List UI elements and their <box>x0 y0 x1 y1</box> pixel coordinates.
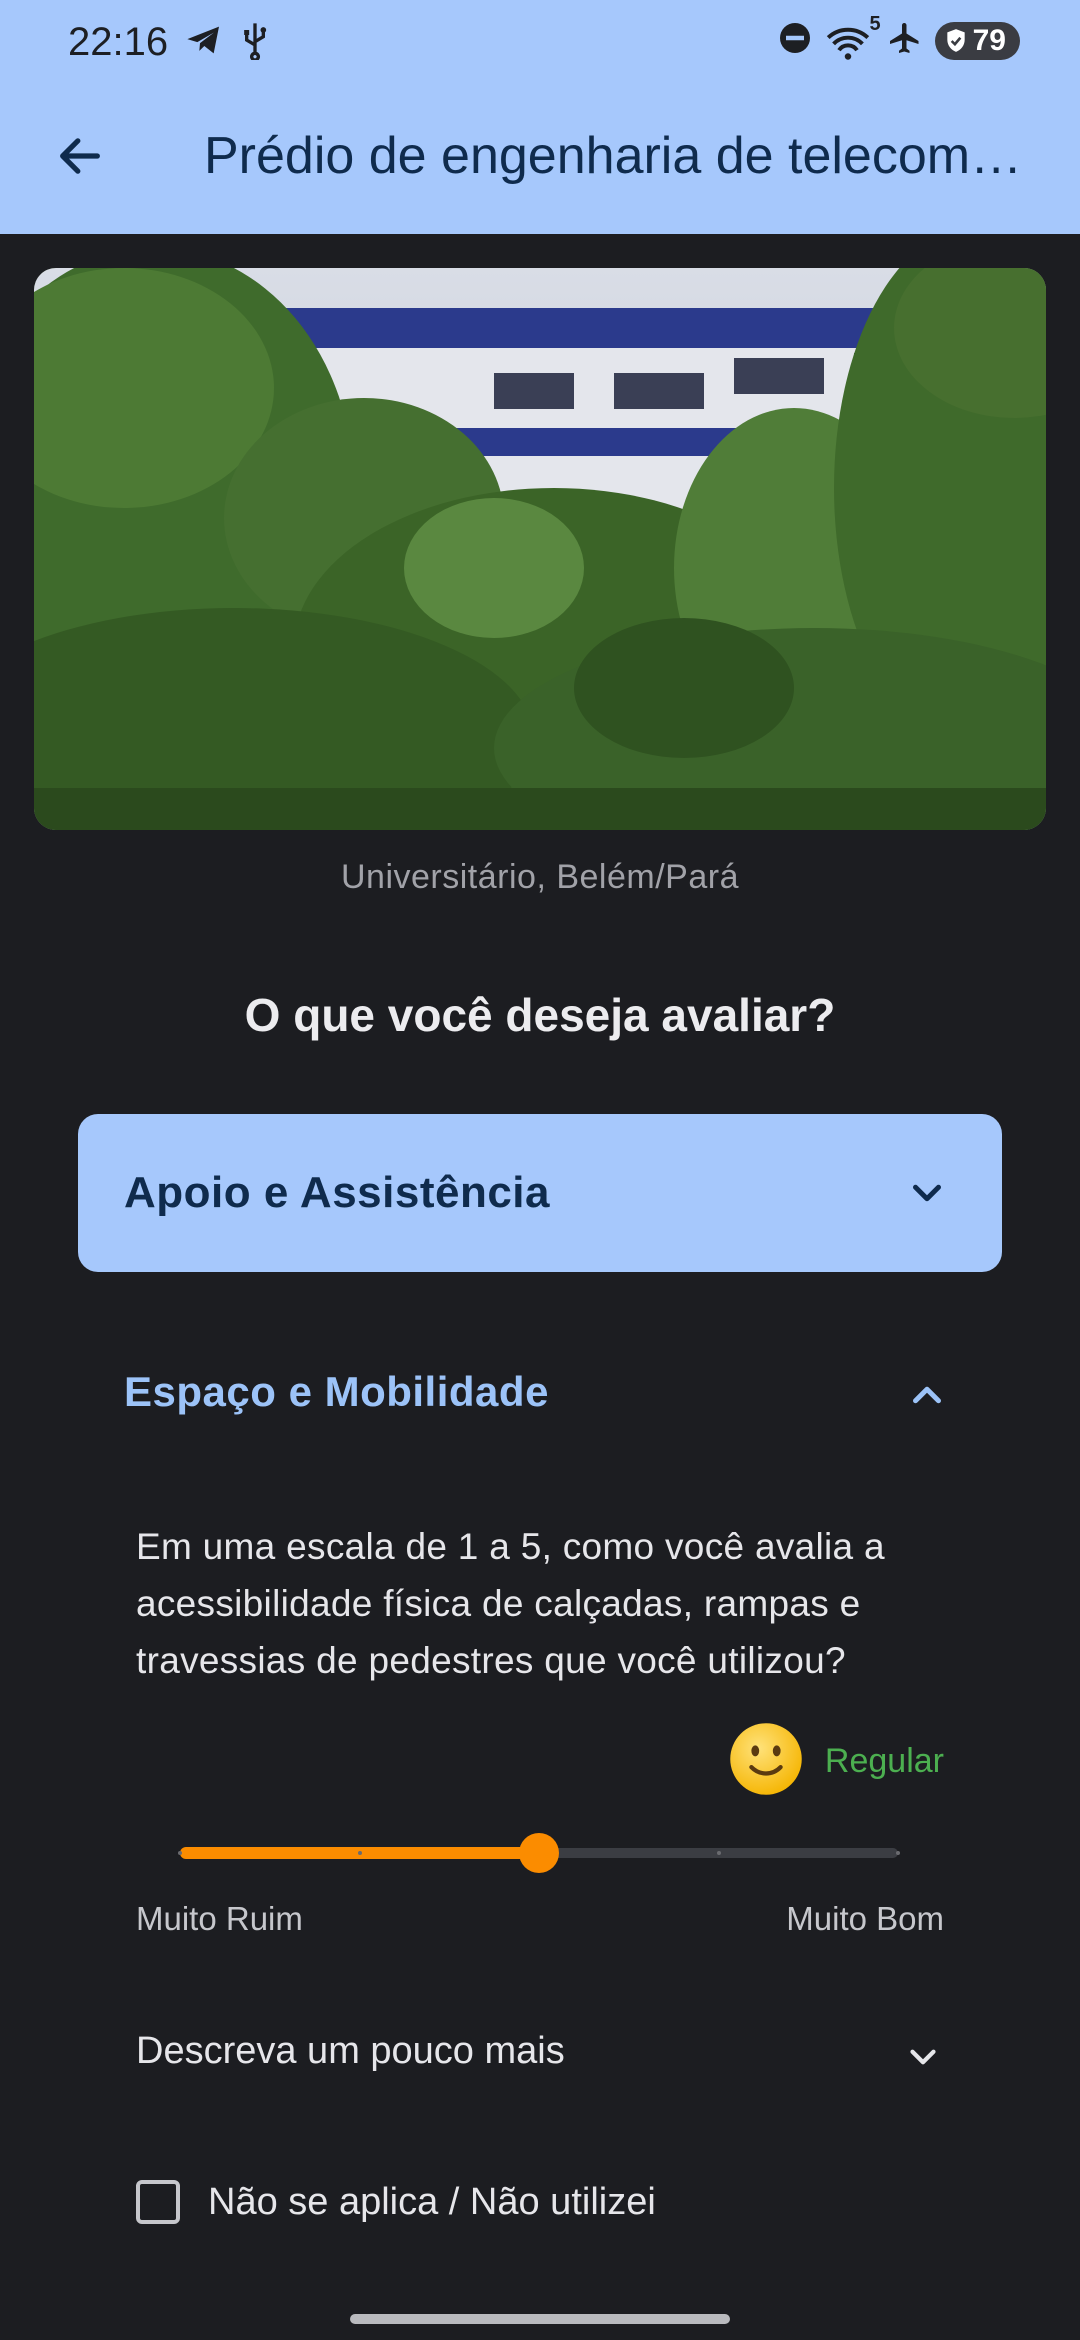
battery-shield-icon <box>946 28 965 52</box>
scale-min-label: Muito Ruim <box>136 1900 303 1937</box>
smiley-icon <box>727 1720 805 1803</box>
building-photo <box>34 268 1046 830</box>
describe-more-label: Descreva um pouco mais <box>136 2030 565 2072</box>
location-caption: Universitário, Belém/Pará <box>341 858 739 896</box>
chevron-up-icon <box>904 1372 950 1423</box>
rating-indicator: Regular <box>727 1720 944 1803</box>
status-right-icons: 5 79 <box>777 13 1020 61</box>
rating-slider[interactable] <box>178 1822 900 1882</box>
slider-thumb[interactable] <box>519 1833 559 1873</box>
scale-max-label: Muito Bom <box>786 1900 944 1937</box>
not-applicable-checkbox[interactable] <box>136 2180 180 2224</box>
telegram-icon <box>184 20 224 65</box>
top-app-bar: 22:16 5 79 Prédio de engenharia de telec… <box>0 0 1080 234</box>
back-button[interactable] <box>40 116 120 196</box>
panel-espaco-mobilidade[interactable]: Espaço e Mobilidade <box>78 1354 1002 1434</box>
not-applicable-label: Não se aplica / Não utilizei <box>208 2180 656 2223</box>
page-title: Prédio de engenharia de telecomunicações <box>204 127 1034 185</box>
wifi-badge: 5 <box>869 12 881 35</box>
status-time: 22:16 <box>68 20 169 64</box>
panel-label: Apoio e Assistência <box>124 1168 550 1217</box>
usb-icon <box>238 20 272 65</box>
home-indicator[interactable] <box>350 2314 730 2324</box>
rating-label: Regular <box>824 1742 944 1780</box>
not-applicable-option[interactable]: Não se aplica / Não utilizei <box>136 2180 656 2224</box>
panel-label: Espaço e Mobilidade <box>124 1368 549 1415</box>
section-heading: O que você deseja avaliar? <box>244 989 836 1041</box>
slider-tick <box>896 1851 900 1855</box>
slider-tick <box>178 1851 182 1855</box>
describe-more-toggle[interactable]: Descreva um pouco mais <box>136 2020 944 2086</box>
chevron-down-icon <box>904 1170 950 1221</box>
panel-apoio-assistencia[interactable]: Apoio e Assistência <box>78 1114 1002 1272</box>
do-not-disturb-icon <box>777 20 813 61</box>
arrow-back-icon <box>60 138 100 174</box>
airplane-icon <box>887 20 923 61</box>
chevron-down-icon <box>902 2036 944 2083</box>
status-left-icons <box>184 20 272 65</box>
question-text: Em uma escala de 1 a 5, como você avalia… <box>136 1526 885 1681</box>
slider-tick <box>357 1851 362 1855</box>
slider-tick <box>716 1851 721 1855</box>
battery-level: 79 <box>972 23 1006 57</box>
battery-indicator: 79 <box>934 21 1020 60</box>
wifi-icon: 5 <box>825 13 881 61</box>
